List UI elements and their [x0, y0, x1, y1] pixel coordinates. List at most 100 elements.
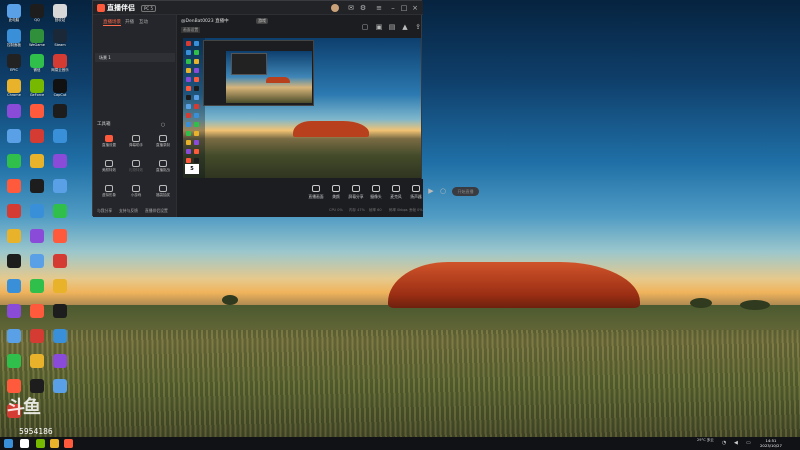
desktop-icon[interactable]: [25, 354, 49, 368]
desktop-icon[interactable]: GeForce: [25, 79, 49, 97]
desktop-icon[interactable]: [48, 129, 72, 143]
desktop-icon[interactable]: [25, 304, 49, 318]
close-icon[interactable]: ×: [411, 4, 419, 12]
desktop-icon[interactable]: 网易云音乐: [48, 54, 72, 72]
desktop-icon[interactable]: [25, 329, 49, 343]
chrome-icon[interactable]: [50, 439, 59, 448]
desktop-icon[interactable]: [2, 204, 26, 218]
tool-button[interactable]: 直播挑战: [151, 160, 175, 173]
desktop-icon[interactable]: [2, 279, 26, 293]
tool-button[interactable]: 虚拟形象: [97, 185, 121, 198]
tab-scenes[interactable]: 直播场景: [103, 19, 121, 26]
bell-icon[interactable]: ▲: [401, 23, 409, 31]
desktop-icon[interactable]: [48, 279, 72, 293]
desktop-icon[interactable]: [48, 379, 72, 393]
battery-icon[interactable]: ▭: [746, 440, 751, 446]
tool-button[interactable]: 福袋抽奖: [151, 185, 175, 198]
more-icon[interactable]: ○: [439, 187, 447, 195]
message-icon[interactable]: ✉: [347, 4, 355, 12]
desktop-icon[interactable]: [2, 254, 26, 268]
desktop-icon[interactable]: [25, 204, 49, 218]
desktop-icon[interactable]: [48, 204, 72, 218]
control-button[interactable]: 麦克风: [385, 185, 407, 200]
avatar[interactable]: [331, 4, 339, 12]
start-live-button[interactable]: 开始直播: [452, 187, 479, 196]
control-button[interactable]: 美颜: [325, 185, 347, 200]
scene-settings-button[interactable]: 画面设置: [181, 27, 201, 33]
desktop-icon[interactable]: 微信: [25, 54, 49, 72]
desktop-icon[interactable]: [48, 254, 72, 268]
scene-item[interactable]: 场景 1: [95, 53, 175, 62]
tool-button[interactable]: 直播设置: [97, 135, 121, 148]
desktop-icon[interactable]: [25, 129, 49, 143]
menu-icon[interactable]: ≡: [375, 4, 383, 12]
settings-link[interactable]: 直播伴侣设置: [145, 208, 168, 214]
live-preview[interactable]: 5: [183, 38, 421, 178]
livestream-app-icon[interactable]: [64, 439, 73, 448]
desktop-icon[interactable]: [2, 179, 26, 193]
desktop-icon[interactable]: [48, 229, 72, 243]
desktop-icon[interactable]: WeGame: [25, 29, 49, 47]
start-icon[interactable]: [4, 439, 13, 448]
desktop-icon[interactable]: Chrome: [2, 79, 26, 97]
tool-button[interactable]: 美颜特效: [97, 160, 121, 173]
desktop-icon[interactable]: [25, 229, 49, 243]
desktop-icon[interactable]: [48, 154, 72, 168]
control-button[interactable]: 扬声器: [405, 185, 427, 200]
capture-icon[interactable]: ▢: [361, 23, 369, 31]
desktop-icon[interactable]: [25, 179, 49, 193]
feedback-link[interactable]: 支持与反馈: [119, 208, 138, 214]
desktop-icon[interactable]: [48, 104, 72, 118]
desktop-icon[interactable]: [48, 329, 72, 343]
desktop-icon[interactable]: [2, 229, 26, 243]
desktop-icon[interactable]: EPIC: [2, 54, 26, 72]
desktop-icon[interactable]: Steam: [48, 29, 72, 47]
control-button[interactable]: 屏幕分享: [345, 185, 367, 200]
desktop-icon[interactable]: [25, 254, 49, 268]
tool-button[interactable]: 直播录制: [151, 135, 175, 148]
tool-button[interactable]: 小游戏: [124, 185, 148, 198]
lock-icon[interactable]: ▣: [375, 23, 383, 31]
control-button[interactable]: 摄像头: [365, 185, 387, 200]
desktop-icon[interactable]: [2, 304, 26, 318]
layout-icon[interactable]: ▤: [388, 23, 396, 31]
tab-live[interactable]: 开播: [125, 19, 134, 25]
share-link[interactable]: 与我分享: [97, 208, 112, 214]
tool-button[interactable]: 弹幕助手: [124, 135, 148, 148]
desktop-icon[interactable]: [48, 354, 72, 368]
desktop-icon[interactable]: 此电脑: [2, 4, 26, 22]
settings-icon[interactable]: ⚙: [359, 4, 367, 12]
desktop-icon[interactable]: [25, 379, 49, 393]
maximize-icon[interactable]: □: [400, 4, 408, 12]
desktop-icon[interactable]: [2, 154, 26, 168]
wifi-icon[interactable]: ◔: [722, 440, 726, 446]
camera-icon[interactable]: ▶: [427, 187, 435, 195]
geforce-icon[interactable]: [36, 439, 45, 448]
desktop-icon[interactable]: [2, 329, 26, 343]
toolbox-more-icon[interactable]: ○: [159, 121, 167, 129]
stat-readout: 丢帧 0%: [409, 208, 423, 212]
desktop-icon[interactable]: CapCut: [48, 79, 72, 97]
desktop-icon[interactable]: [48, 304, 72, 318]
desktop-icon[interactable]: [2, 354, 26, 368]
desktop-icon[interactable]: [25, 104, 49, 118]
tool-button[interactable]: 礼物特效: [124, 160, 148, 173]
minimize-icon[interactable]: –: [389, 4, 397, 12]
share-icon[interactable]: ⇪: [414, 23, 422, 31]
clock[interactable]: 14:51 2023/10/27: [760, 438, 782, 448]
desktop-icon[interactable]: 控制面板: [2, 29, 26, 47]
desktop-icon[interactable]: [48, 179, 72, 193]
desktop-icon[interactable]: [2, 104, 26, 118]
desktop-icon[interactable]: [25, 279, 49, 293]
room-category-badge[interactable]: 游戏: [256, 18, 268, 24]
tab-interact[interactable]: 互动: [139, 19, 148, 25]
control-button[interactable]: 直播画面: [305, 185, 327, 200]
desktop-icon[interactable]: [25, 154, 49, 168]
desktop-icon[interactable]: QQ: [25, 4, 49, 22]
desktop-icon[interactable]: [2, 129, 26, 143]
search-icon[interactable]: [20, 439, 29, 448]
desktop-icon[interactable]: 回收站: [48, 4, 72, 22]
weather-text[interactable]: 29°C 多云: [697, 438, 714, 443]
desktop-icon[interactable]: [2, 379, 26, 393]
volume-icon[interactable]: ◀: [734, 440, 738, 446]
